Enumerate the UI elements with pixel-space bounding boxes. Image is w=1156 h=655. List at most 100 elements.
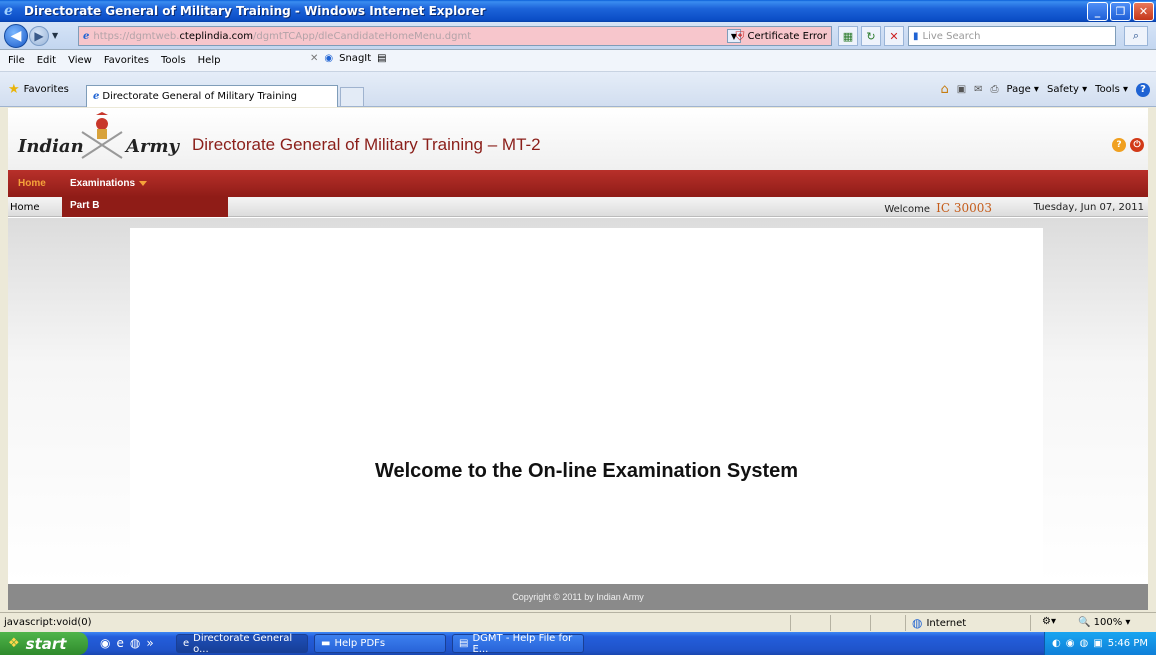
taskbar: ❖ start ◉ e ◍ » e Directorate General o.…	[0, 632, 1156, 655]
army-emblem-icon	[81, 112, 123, 159]
history-dropdown-icon[interactable]: ▼	[52, 31, 58, 40]
url-prefix: https://dgmtweb.	[93, 30, 180, 42]
certificate-error-button[interactable]: ⛨ Certificate Error	[735, 29, 827, 44]
feeds-icon[interactable]: ▣	[957, 84, 966, 95]
tray-icon[interactable]: ◍	[1080, 638, 1089, 649]
examinations-dropdown: Part B	[62, 197, 228, 217]
help-icon[interactable]: ?	[1112, 138, 1126, 152]
certificate-error-label: Certificate Error	[747, 31, 828, 42]
site-footer: Copyright © 2011 by Indian Army	[8, 584, 1148, 610]
window-title: Directorate General of Military Training…	[24, 4, 486, 18]
print-icon[interactable]: ⎙	[991, 84, 999, 95]
page-menu[interactable]: Page ▾	[1007, 84, 1039, 95]
menu-view[interactable]: View	[68, 55, 92, 66]
ie-task-icon: e	[183, 638, 190, 649]
quick-launch: ◉ e ◍ »	[100, 636, 154, 650]
menu-favorites[interactable]: Favorites	[104, 55, 149, 66]
snagit-toolbar: ✕ ◉ SnagIt ▤	[310, 53, 387, 64]
favorites-button[interactable]: ★ Favorites	[8, 82, 69, 97]
menu-help[interactable]: Help	[198, 55, 221, 66]
status-divider	[905, 615, 906, 631]
system-tray: ◐ ◉ ◍ ▣ 5:46 PM	[1044, 632, 1156, 655]
url-host: cteplindia.com	[179, 30, 254, 42]
address-input[interactable]: e https://dgmtweb. cteplindia.com/dgmtTCA…	[78, 26, 832, 46]
site-header: Indian Army Directorate General of Milit…	[8, 108, 1148, 170]
favorites-label: Favorites	[23, 84, 69, 95]
tray-icon[interactable]: ◉	[1066, 638, 1075, 649]
command-bar: ⌂ ▣ ✉ ⎙ Page ▾ Safety ▾ Tools ▾ ?	[940, 82, 1150, 97]
back-button[interactable]: ◀	[4, 23, 28, 48]
zoom-value: 100%	[1093, 617, 1123, 628]
globe-icon: ◍	[912, 616, 923, 630]
clock[interactable]: 5:46 PM	[1108, 638, 1148, 649]
new-tab-button[interactable]	[340, 87, 364, 107]
stop-icon[interactable]: ✕	[884, 26, 904, 46]
nav-home[interactable]: Home	[18, 178, 46, 189]
menu-edit[interactable]: Edit	[37, 55, 56, 66]
shield-error-icon: ⛨	[735, 29, 745, 43]
forward-button[interactable]: ▶	[29, 25, 49, 46]
dropdown-item-part-b[interactable]: Part B	[70, 200, 99, 211]
internet-explorer-icon: e	[4, 3, 13, 19]
home-icon[interactable]: ⌂	[940, 82, 948, 97]
refresh-icon[interactable]: ↻	[861, 26, 881, 46]
nav-examinations[interactable]: Examinations	[70, 178, 135, 189]
minimize-button[interactable]: _	[1087, 2, 1108, 21]
start-button[interactable]: ❖ start	[0, 632, 88, 655]
folder-icon: ▬	[321, 638, 331, 649]
tray-icon[interactable]: ◐	[1052, 638, 1061, 649]
taskbar-item[interactable]: ▤ DGMT - Help File for E...	[452, 633, 584, 655]
security-zone[interactable]: ◍ Internet	[912, 616, 966, 630]
window-controls: _ ❐ ✕	[1087, 2, 1154, 21]
close-button[interactable]: ✕	[1133, 2, 1154, 21]
zone-label: Internet	[926, 617, 967, 629]
menu-bar: File Edit View Favorites Tools Help ✕ ◉ …	[0, 50, 1156, 72]
search-icon[interactable]: ⌕	[1124, 26, 1148, 46]
menu-file[interactable]: File	[8, 55, 25, 66]
menu-tools[interactable]: Tools	[161, 55, 186, 66]
close-toolbar-icon[interactable]: ✕	[310, 53, 318, 64]
snagit-capture-icon[interactable]: ▤	[377, 53, 386, 64]
safety-menu[interactable]: Safety ▾	[1047, 84, 1087, 95]
status-divider	[870, 615, 871, 631]
logo-text-indian: Indian	[18, 136, 84, 157]
address-toolbar: ◀ ▶ ▼ e https://dgmtweb. cteplindia.com/d…	[0, 22, 1156, 50]
tools-menu[interactable]: Tools ▾	[1095, 84, 1128, 95]
compatibility-icon[interactable]: ▦	[838, 26, 858, 46]
search-input[interactable]: ▮ Live Search	[908, 26, 1116, 46]
logout-power-icon[interactable]: ⏻	[1130, 138, 1144, 152]
welcome-user: Welcome IC 30003	[884, 201, 992, 215]
tray-icon[interactable]: ▣	[1093, 638, 1102, 649]
taskbar-item-label: Directorate General o...	[193, 632, 293, 655]
browser-quicklaunch-icon[interactable]: ◍	[130, 636, 140, 650]
help-icon[interactable]: ?	[1136, 82, 1150, 97]
mail-icon[interactable]: ✉	[974, 84, 982, 95]
media-icon[interactable]: ◉	[100, 636, 110, 650]
address-tools: ▦ ↻ ✕	[838, 26, 904, 46]
zoom-level[interactable]: 🔍 100% ▾	[1078, 617, 1130, 628]
status-divider	[1030, 615, 1031, 631]
search-placeholder: Live Search	[922, 30, 981, 42]
page-icon: e	[83, 30, 90, 42]
current-date: Tuesday, Jun 07, 2011	[1033, 202, 1144, 213]
breadcrumb[interactable]: Home	[10, 202, 40, 213]
copyright-text: Copyright © 2011 by Indian Army	[512, 592, 644, 602]
taskbar-item[interactable]: e Directorate General o...	[176, 632, 308, 655]
site-title: Directorate General of Military Training…	[192, 135, 541, 154]
protected-mode-icon[interactable]: ⚙▾	[1042, 616, 1056, 627]
snagit-button[interactable]: SnagIt	[339, 53, 371, 64]
logo-text-army: Army	[126, 136, 179, 157]
welcome-label: Welcome	[884, 204, 931, 215]
more-icon[interactable]: »	[146, 636, 153, 650]
taskbar-item[interactable]: ▬ Help PDFs	[314, 634, 446, 653]
maximize-button[interactable]: ❐	[1110, 2, 1131, 21]
ie-quicklaunch-icon[interactable]: e	[116, 636, 123, 650]
main-nav: Home Examinations	[8, 170, 1148, 197]
welcome-message: Welcome to the On-line Examination Syste…	[374, 460, 799, 482]
content-panel: Welcome to the On-line Examination Syste…	[130, 228, 1043, 584]
tab-active[interactable]: e Directorate General of Military Traini…	[86, 85, 338, 107]
status-divider	[790, 615, 791, 631]
header-icons: ? ⏻	[1112, 138, 1144, 152]
window-title-bar[interactable]: e Directorate General of Military Traini…	[0, 0, 1156, 22]
windows-logo-icon: ❖	[8, 636, 20, 651]
